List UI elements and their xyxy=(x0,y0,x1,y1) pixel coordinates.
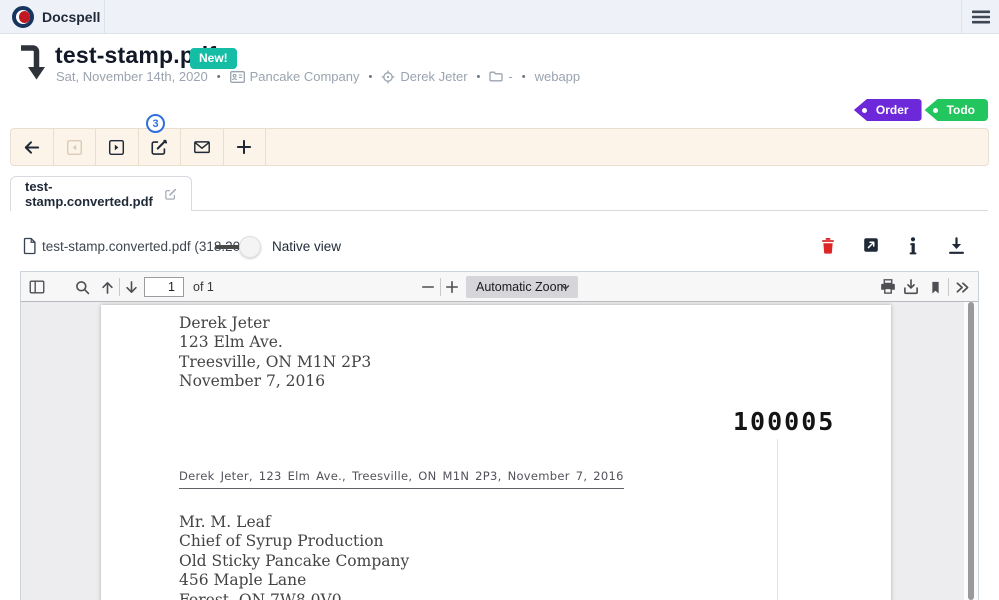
item-toolbar xyxy=(10,128,989,166)
divider xyxy=(440,278,441,296)
letter-header-line: Derek Jeter, 123 Elm Ave., Treesville, O… xyxy=(179,469,624,489)
pdf-viewer: of 1 Automatic Zoom xyxy=(20,271,979,600)
edit-icon xyxy=(151,139,168,155)
correspondent-org[interactable]: Pancake Company xyxy=(229,69,359,84)
tag-dot xyxy=(861,107,867,113)
app-window: Docspell test-stamp.pdf New! Sat, Novemb… xyxy=(0,0,999,600)
print-icon xyxy=(881,279,895,294)
tab-converted-pdf[interactable]: test-stamp.converted.pdf xyxy=(10,176,192,211)
zoom-select-value: Automatic Zoom xyxy=(476,280,568,294)
pdf-canvas-area: Derek Jeter 123 Elm Ave. Treesville, ON … xyxy=(21,302,978,600)
search-icon xyxy=(75,280,89,294)
page-count-label: of 1 xyxy=(193,280,214,294)
top-navbar: Docspell xyxy=(0,0,999,34)
back-button[interactable] xyxy=(11,129,54,165)
save-download-icon xyxy=(904,279,918,295)
fold-mark xyxy=(777,439,778,600)
tab-bottom-divider xyxy=(191,210,988,211)
minus-icon xyxy=(422,286,434,288)
sidebar-toggle-icon xyxy=(29,280,45,294)
tab-label: test-stamp.converted.pdf xyxy=(25,179,153,209)
delete-attachment-button[interactable] xyxy=(820,237,836,255)
rename-icon[interactable] xyxy=(164,186,177,202)
scrollbar-track[interactable] xyxy=(964,302,978,600)
download-icon xyxy=(949,237,964,254)
scrollbar-thumb[interactable] xyxy=(968,302,974,600)
docspell-logo-icon xyxy=(12,5,34,28)
envelope-icon xyxy=(193,141,210,154)
arrow-up-icon xyxy=(101,281,113,294)
plus-icon xyxy=(237,139,252,155)
pdfjs-toolbar: of 1 Automatic Zoom xyxy=(21,272,978,302)
double-chevron-right-icon xyxy=(956,281,968,293)
pdf-page: Derek Jeter 123 Elm Ave. Treesville, ON … xyxy=(101,305,891,600)
next-page-button[interactable] xyxy=(121,277,141,297)
brand-home-link[interactable]: Docspell xyxy=(0,0,105,33)
attachment-header-row: test-stamp.converted.pdf (318.20K) Nativ… xyxy=(0,233,999,261)
trash-icon xyxy=(822,238,834,254)
address-card-icon xyxy=(229,70,245,83)
previous-item-button xyxy=(54,129,96,165)
arrow-left-icon xyxy=(25,140,40,154)
folder-value[interactable]: - xyxy=(489,69,513,84)
toggle-knob[interactable] xyxy=(239,236,261,258)
new-badge: New! xyxy=(190,48,237,69)
native-view-toggle[interactable] xyxy=(215,236,261,258)
item-date: Sat, November 14th, 2020 xyxy=(56,69,208,84)
item-metadata: Sat, November 14th, 2020 • Pancake Compa… xyxy=(56,69,581,84)
info-icon xyxy=(909,237,917,255)
brand-label: Docspell xyxy=(42,8,101,25)
current-view-bookmark-button[interactable] xyxy=(925,277,945,297)
download-attachment-button[interactable] xyxy=(948,237,965,255)
next-item-button[interactable] xyxy=(96,129,139,165)
caret-square-right-icon xyxy=(109,139,125,155)
file-info-button[interactable] xyxy=(906,237,920,255)
file-icon xyxy=(23,237,36,255)
add-button[interactable] xyxy=(224,129,266,165)
chevron-down-icon xyxy=(561,285,570,290)
divider xyxy=(948,278,949,296)
arrow-down-icon xyxy=(125,280,137,293)
tag-dot xyxy=(932,107,938,113)
stamp-number: 100005 xyxy=(733,407,836,436)
find-button[interactable] xyxy=(72,277,92,297)
sidebar-toggle-button[interactable] xyxy=(27,277,47,297)
more-tools-button[interactable] xyxy=(952,277,972,297)
print-button[interactable] xyxy=(878,277,898,297)
tag-order[interactable]: Order xyxy=(853,99,922,121)
zoom-out-button[interactable] xyxy=(418,277,438,297)
edit-item-button[interactable] xyxy=(139,129,181,165)
open-in-new-tab-button[interactable] xyxy=(863,237,879,253)
bookmark-icon xyxy=(931,281,939,293)
correspondent-person[interactable]: Derek Jeter xyxy=(381,69,468,84)
zoom-select[interactable]: Automatic Zoom xyxy=(466,276,578,298)
recipient-address-block: Mr. M. Leaf Chief of Syrup Production Ol… xyxy=(179,513,410,600)
crosshairs-icon xyxy=(381,70,395,83)
sender-address-block: Derek Jeter 123 Elm Ave. Treesville, ON … xyxy=(179,314,372,391)
plus-icon xyxy=(446,281,458,293)
attachment-count-badge: 3 xyxy=(146,114,165,133)
native-view-label: Native view xyxy=(272,239,342,254)
zoom-in-button[interactable] xyxy=(442,277,462,297)
hamburger-icon xyxy=(971,10,990,23)
divider xyxy=(119,278,120,296)
level-down-icon xyxy=(17,42,47,82)
external-link-square-icon xyxy=(864,238,878,252)
send-mail-button[interactable] xyxy=(181,129,224,165)
save-button[interactable] xyxy=(901,277,921,297)
tag-todo[interactable]: Todo xyxy=(924,99,988,121)
source-value: webapp xyxy=(534,69,581,84)
hamburger-menu-button[interactable] xyxy=(961,0,999,33)
previous-page-button[interactable] xyxy=(97,277,117,297)
folder-icon xyxy=(489,71,504,82)
page-number-input[interactable] xyxy=(144,277,184,297)
caret-square-left-icon xyxy=(66,139,82,155)
